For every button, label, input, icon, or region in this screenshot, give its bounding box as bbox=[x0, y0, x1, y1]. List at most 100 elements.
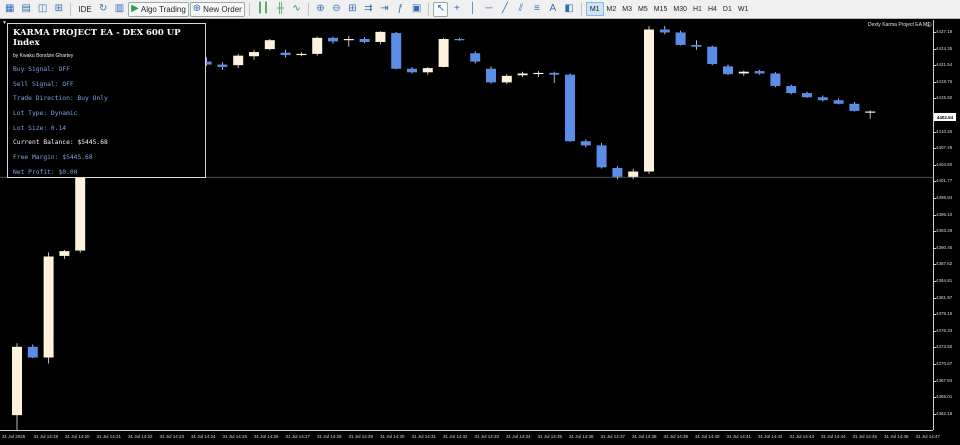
time-tick-label: 31 Jul 14:42 bbox=[758, 434, 783, 439]
shapes-icon: ◧ bbox=[564, 3, 574, 14]
navigator-icon: ⊞ bbox=[54, 3, 64, 14]
signals-button[interactable]: ▥ bbox=[112, 2, 127, 17]
bar-chart-icon: ┃┃ bbox=[256, 3, 269, 14]
text-tool-icon: A bbox=[549, 3, 557, 14]
candle bbox=[786, 84, 797, 95]
history-button[interactable]: ↻ bbox=[96, 2, 111, 17]
bear-candle-body bbox=[707, 46, 718, 64]
templates-button[interactable]: ▣ bbox=[409, 2, 424, 17]
candle bbox=[249, 49, 259, 60]
symbol-label: Dexty Karma Project EA M1 bbox=[868, 22, 930, 28]
timeframe-h1[interactable]: H1 bbox=[690, 2, 705, 16]
time-tick-label: 31 Jul 14:47 bbox=[915, 434, 941, 439]
timeframe-selector: M1 M2 M3 M5 M15 M30 H1 H4 D1 W1 bbox=[585, 2, 752, 16]
current-price-label: 4402.54 bbox=[934, 113, 956, 121]
candle bbox=[580, 139, 591, 148]
ide-button[interactable]: IDE bbox=[75, 2, 94, 17]
candle bbox=[486, 66, 496, 84]
bar-chart-button[interactable]: ┃┃ bbox=[254, 2, 272, 17]
new-chart-button[interactable]: ▦ bbox=[2, 2, 17, 17]
candle bbox=[659, 25, 670, 35]
autoscroll-button[interactable]: ⇉ bbox=[361, 2, 376, 17]
bear-candle-body bbox=[817, 97, 828, 101]
candle-chart-button[interactable]: ╫ bbox=[273, 2, 288, 17]
timeframe-m3[interactable]: M3 bbox=[619, 2, 635, 16]
candle bbox=[691, 40, 702, 50]
timeframe-m5[interactable]: M5 bbox=[635, 2, 651, 16]
tile-windows-icon: ⊞ bbox=[348, 3, 357, 14]
tile-windows-button[interactable]: ⊞ bbox=[345, 2, 360, 17]
ea-status-list: Buy Signal: OFF Sell Signal: OFF Trade D… bbox=[13, 63, 200, 181]
candle bbox=[865, 110, 876, 119]
candle bbox=[723, 64, 733, 76]
timeframe-m15[interactable]: M15 bbox=[651, 2, 671, 16]
ea-title: KARMA PROJECT EA - DEX 600 UP Index bbox=[13, 28, 181, 48]
bear-candle-body bbox=[328, 37, 338, 42]
price-tick-label: 4376.33 bbox=[936, 327, 953, 333]
time-tick-label: 31 Jul 14:39 bbox=[663, 434, 689, 439]
bear-candle-body bbox=[454, 39, 465, 41]
timeframe-d1[interactable]: D1 bbox=[720, 2, 735, 16]
timeframe-h4[interactable]: H4 bbox=[705, 2, 720, 16]
history-icon: ↻ bbox=[99, 3, 108, 14]
timeframe-m1[interactable]: M1 bbox=[585, 2, 604, 16]
zoom-in-button[interactable]: ⊕ bbox=[313, 2, 328, 17]
fibonacci-button[interactable]: ≡ bbox=[529, 2, 544, 17]
time-tick-label: 31 Jul 2025 bbox=[2, 434, 26, 439]
candle bbox=[517, 71, 528, 78]
cursor-button[interactable]: ↖ bbox=[433, 1, 449, 17]
autoscroll-icon: ⇉ bbox=[364, 3, 373, 14]
line-chart-button[interactable]: ∿ bbox=[289, 2, 304, 17]
toolbar-separator bbox=[428, 2, 430, 16]
ea-running-icon[interactable]: ☺ bbox=[925, 20, 933, 29]
indicators-button[interactable]: ƒ bbox=[393, 2, 408, 17]
bear-candle-body bbox=[849, 103, 860, 111]
vertical-line-button[interactable]: │ bbox=[465, 2, 480, 17]
time-tick-label: 31 Jul 14:28 bbox=[317, 434, 342, 439]
navigator-button[interactable]: ⊞ bbox=[51, 2, 66, 17]
time-axis[interactable]: 31 Jul 2025 31 Jul 14:19 31 Jul 14:20 31 Ju… bbox=[0, 430, 940, 445]
new-order-button[interactable]: ⊕ New Order bbox=[189, 1, 245, 17]
price-axis[interactable]: 4427.184424.354421.544418.764415.924413.… bbox=[933, 20, 960, 430]
crosshair-button[interactable]: + bbox=[449, 2, 464, 17]
price-tick-label: 4396.10 bbox=[936, 211, 953, 217]
bear-candle-body bbox=[27, 346, 38, 358]
shapes-button[interactable]: ◧ bbox=[561, 2, 576, 17]
time-tick-label: 31 Jul 14:29 bbox=[348, 434, 374, 439]
fibonacci-icon: ≡ bbox=[533, 3, 540, 14]
indicators-icon: ƒ bbox=[397, 3, 404, 14]
price-tick-label: 4421.54 bbox=[936, 62, 953, 68]
candle bbox=[738, 70, 749, 76]
trendline-button[interactable]: ╱ bbox=[497, 2, 512, 17]
candle bbox=[549, 71, 560, 83]
bull-candle-body bbox=[517, 73, 528, 76]
chart-shift-button[interactable]: ⇥ bbox=[377, 2, 392, 17]
candle bbox=[43, 252, 54, 364]
bull-candle-body bbox=[501, 75, 512, 83]
bear-candle-body bbox=[407, 68, 417, 73]
new-order-icon: ⊕ bbox=[192, 3, 202, 14]
bear-candle-body bbox=[723, 66, 733, 75]
price-tick-label: 4381.97 bbox=[936, 294, 953, 300]
crosshair-icon: + bbox=[453, 3, 460, 14]
timeframe-w1[interactable]: W1 bbox=[735, 2, 752, 16]
zoom-out-button[interactable]: ⊖ bbox=[329, 2, 344, 17]
timeframe-m30[interactable]: M30 bbox=[670, 2, 690, 16]
channel-button[interactable]: ⫽ bbox=[513, 2, 528, 17]
candle bbox=[343, 36, 354, 47]
candle bbox=[312, 36, 323, 56]
bull-candle-body bbox=[533, 72, 544, 75]
timeframe-m2[interactable]: M2 bbox=[604, 2, 620, 16]
bear-candle-body bbox=[802, 93, 812, 98]
candle bbox=[675, 30, 686, 46]
horizontal-line-button[interactable]: ─ bbox=[481, 2, 496, 17]
bear-candle-body bbox=[833, 100, 844, 104]
price-tick-label: 4365.01 bbox=[936, 394, 953, 400]
text-tool-button[interactable]: A bbox=[545, 2, 560, 17]
profiles-button[interactable]: ▤ bbox=[18, 2, 33, 17]
algo-trading-button[interactable]: ▶ Algo Trading bbox=[128, 1, 189, 17]
market-watch-button[interactable]: ◫ bbox=[35, 2, 50, 17]
templates-icon: ▣ bbox=[411, 3, 422, 14]
bear-candle-body bbox=[786, 85, 797, 94]
bear-candle-body bbox=[470, 53, 481, 62]
